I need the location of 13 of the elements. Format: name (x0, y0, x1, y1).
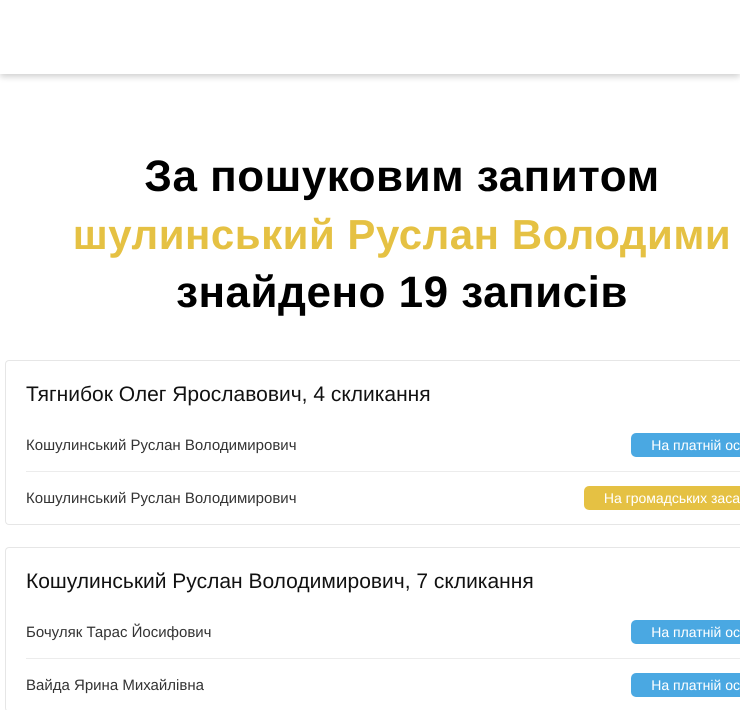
status-badge: На громадських заса (584, 486, 740, 510)
card-title: Тягнибок Олег Ярославович, 4 скликання (26, 383, 432, 408)
person-name: Бочуляк Тарас Йосифович (26, 624, 212, 640)
search-query: шулинський Руслан Володими (72, 210, 732, 260)
status-badge: На платній ос (631, 433, 740, 457)
result-count: знайдено 19 записів (176, 267, 628, 319)
person-name: Кошулинський Руслан Володимирович (26, 436, 297, 454)
heading-text: За пошуковим запитом (144, 151, 660, 203)
person-name: Кошулинський Руслан Володимирович (26, 490, 297, 506)
card-title: Кошулинський Руслан Володимирович, 7 скликання (26, 570, 535, 595)
status-badge: На платній ос (631, 620, 740, 644)
person-name: Вайда Ярина Михайлівна (26, 676, 204, 694)
status-badge: На платній ос (631, 673, 740, 697)
